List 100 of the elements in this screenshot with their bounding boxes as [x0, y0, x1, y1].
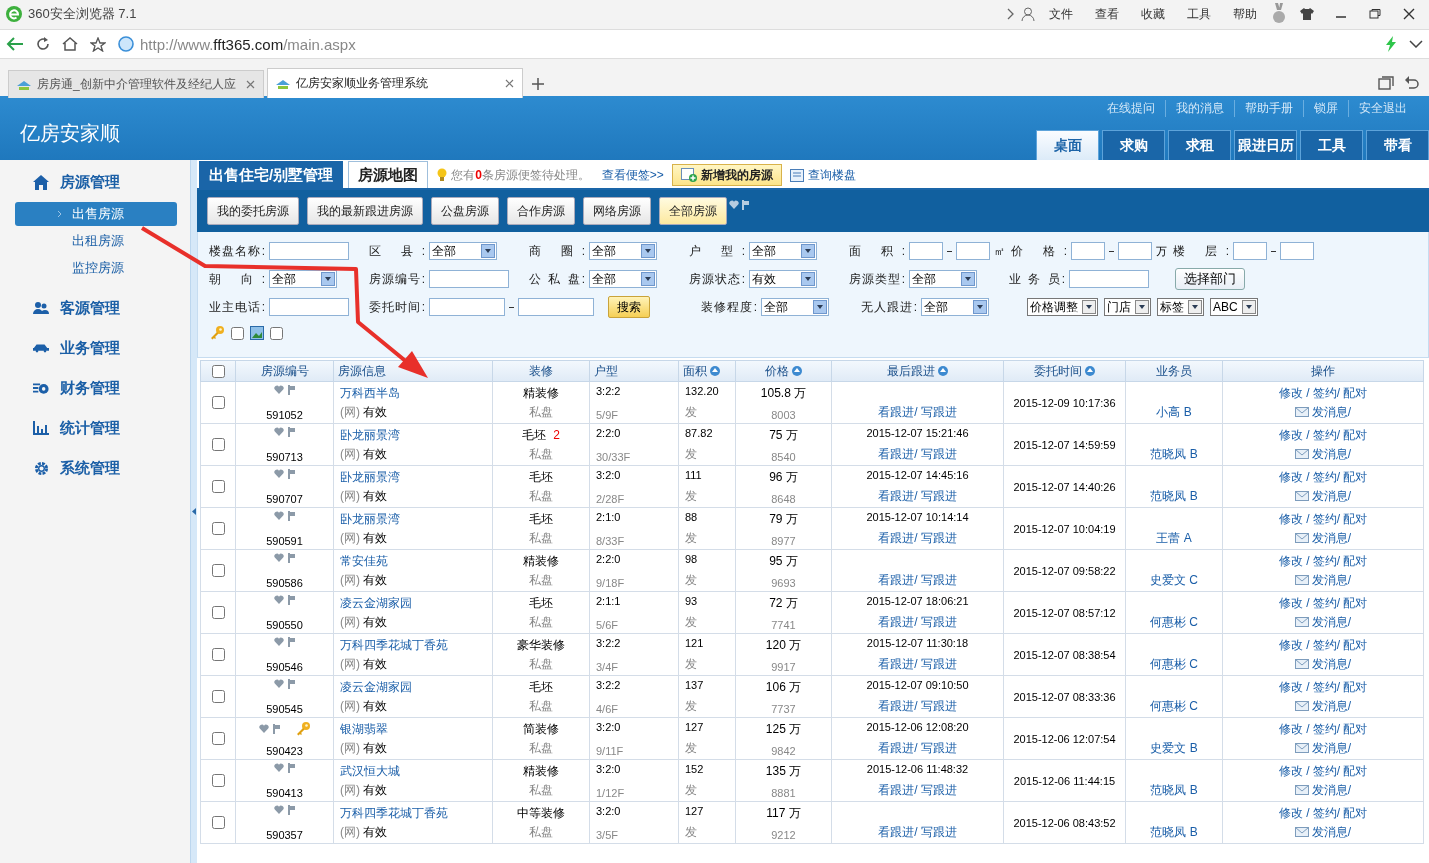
filter-button[interactable]: 全部房源 — [659, 197, 727, 225]
write-follow-link[interactable]: 写跟进 — [920, 529, 957, 547]
write-follow-link[interactable]: 写跟进 — [920, 739, 957, 757]
dropdown[interactable]: 全部 — [909, 270, 977, 288]
date-field[interactable] — [429, 298, 505, 316]
sign-link[interactable]: 签约/ — [1312, 720, 1340, 738]
edit-link[interactable]: 修改 / — [1279, 468, 1310, 486]
message-link[interactable]: 发消息/ — [1311, 823, 1352, 841]
text-field[interactable] — [909, 242, 943, 260]
match-link[interactable]: 配对 — [1343, 678, 1367, 696]
refresh-icon[interactable] — [36, 37, 50, 51]
row-checkbox[interactable] — [212, 606, 225, 619]
add-listing-button[interactable]: 新增我的房源 — [671, 164, 782, 186]
user-icon[interactable] — [1021, 7, 1035, 21]
message-link[interactable]: 发消息/ — [1311, 529, 1352, 547]
agent-link[interactable]: 小高 B — [1156, 403, 1192, 421]
nav-tab[interactable]: 桌面 — [1036, 130, 1099, 160]
sign-link[interactable]: 签约/ — [1312, 384, 1340, 402]
edit-link[interactable]: 修改 / — [1279, 678, 1310, 696]
view-follow-link[interactable]: 看跟进/ — [878, 529, 918, 547]
view-follow-link[interactable]: 看跟进/ — [878, 613, 918, 631]
dropdown[interactable]: 全部 — [429, 242, 497, 260]
collapse-icon[interactable] — [192, 508, 196, 515]
checkbox[interactable] — [231, 326, 244, 340]
sign-link[interactable]: 签约/ — [1312, 636, 1340, 654]
dropdown[interactable]: ABC — [1210, 298, 1258, 316]
sidebar-item[interactable]: 监控房源 — [15, 256, 177, 280]
house-name-link[interactable]: 万科四季花城丁香苑 — [340, 636, 486, 654]
search-button[interactable]: 搜索 — [608, 296, 650, 318]
skin-icon[interactable] — [1300, 8, 1314, 20]
write-follow-link[interactable]: 写跟进 — [920, 403, 957, 421]
nav-tab[interactable]: 求购 — [1102, 130, 1165, 160]
match-link[interactable]: 配对 — [1343, 636, 1367, 654]
menu-item[interactable]: 收藏 — [1141, 5, 1165, 23]
house-name-link[interactable]: 卧龙丽景湾 — [340, 510, 486, 528]
menu-item[interactable]: 帮助 — [1233, 5, 1257, 23]
row-checkbox[interactable] — [212, 480, 225, 493]
sidebar-section[interactable]: 财务管理 — [60, 378, 120, 398]
view-follow-link[interactable]: 看跟进/ — [878, 571, 918, 589]
menu-item[interactable]: 查看 — [1095, 5, 1119, 23]
nav-tab[interactable]: 求租 — [1168, 130, 1231, 160]
house-name-link[interactable]: 卧龙丽景湾 — [340, 468, 486, 486]
dropdown[interactable]: 全部 — [761, 298, 829, 316]
message-link[interactable]: 发消息/ — [1311, 487, 1352, 505]
tabs-icon[interactable] — [1378, 76, 1394, 90]
select-department-button[interactable]: 选择部门 — [1175, 268, 1245, 290]
edit-link[interactable]: 修改 / — [1279, 426, 1310, 444]
edit-link[interactable]: 修改 / — [1279, 552, 1310, 570]
write-follow-link[interactable]: 写跟进 — [920, 781, 957, 799]
chevron-icon[interactable] — [1007, 8, 1015, 20]
write-follow-link[interactable]: 写跟进 — [920, 487, 957, 505]
match-link[interactable]: 配对 — [1343, 594, 1367, 612]
text-field[interactable] — [1071, 242, 1105, 260]
edit-link[interactable]: 修改 / — [1279, 762, 1310, 780]
text-field[interactable] — [1069, 270, 1149, 288]
nav-tab[interactable]: 工具 — [1300, 130, 1363, 160]
row-checkbox[interactable] — [212, 522, 225, 535]
edit-link[interactable]: 修改 / — [1279, 804, 1310, 822]
agent-link[interactable]: 王蕾 A — [1156, 529, 1192, 547]
dropdown[interactable]: 有效 — [749, 270, 817, 288]
dropdown[interactable]: 全部 — [749, 242, 817, 260]
sign-link[interactable]: 签约/ — [1312, 552, 1340, 570]
row-checkbox[interactable] — [212, 690, 225, 703]
browser-tab[interactable]: 亿房安家顺业务管理系统 — [267, 68, 523, 98]
message-link[interactable]: 发消息/ — [1311, 403, 1352, 421]
lightning-icon[interactable] — [1385, 36, 1397, 52]
nav-tab[interactable]: 跟进日历 — [1234, 130, 1297, 160]
dropdown[interactable]: 价格调整 — [1027, 298, 1098, 316]
sidebar-section[interactable]: 统计管理 — [60, 418, 120, 438]
write-follow-link[interactable]: 写跟进 — [920, 571, 957, 589]
filter-button[interactable]: 网络房源 — [583, 197, 651, 225]
filter-button[interactable]: 公盘房源 — [431, 197, 499, 225]
sign-link[interactable]: 签约/ — [1312, 804, 1340, 822]
sign-link[interactable]: 签约/ — [1312, 510, 1340, 528]
house-name-link[interactable]: 银湖翡翠 — [340, 720, 486, 738]
dropdown[interactable]: 全部 — [921, 298, 989, 316]
house-name-link[interactable]: 常安佳苑 — [340, 552, 486, 570]
view-follow-link[interactable]: 看跟进/ — [878, 739, 918, 757]
write-follow-link[interactable]: 写跟进 — [920, 445, 957, 463]
nav-tab[interactable]: 带看 — [1366, 130, 1429, 160]
house-name-link[interactable]: 凌云金湖家园 — [340, 678, 486, 696]
sign-link[interactable]: 签约/ — [1312, 426, 1340, 444]
dropdown[interactable]: 标签 — [1157, 298, 1204, 316]
row-checkbox[interactable] — [212, 648, 225, 661]
select-all-checkbox[interactable] — [212, 364, 225, 378]
filter-button[interactable]: 我的委托房源 — [207, 197, 299, 225]
match-link[interactable]: 配对 — [1343, 384, 1367, 402]
row-checkbox[interactable] — [212, 816, 225, 829]
close-icon[interactable] — [1403, 8, 1415, 20]
browser-tab[interactable]: 房房通_创新中介管理软件及经纪人应 — [8, 70, 264, 98]
text-field[interactable] — [1233, 242, 1267, 260]
write-follow-link[interactable]: 写跟进 — [920, 823, 957, 841]
row-checkbox[interactable] — [212, 564, 225, 577]
sign-link[interactable]: 签约/ — [1312, 468, 1340, 486]
view-follow-link[interactable]: 看跟进/ — [878, 655, 918, 673]
view-follow-link[interactable]: 看跟进/ — [878, 781, 918, 799]
view-follow-link[interactable]: 看跟进/ — [878, 697, 918, 715]
dropdown[interactable]: 全部 — [589, 242, 657, 260]
view-follow-link[interactable]: 看跟进/ — [878, 487, 918, 505]
text-field[interactable] — [269, 242, 349, 260]
